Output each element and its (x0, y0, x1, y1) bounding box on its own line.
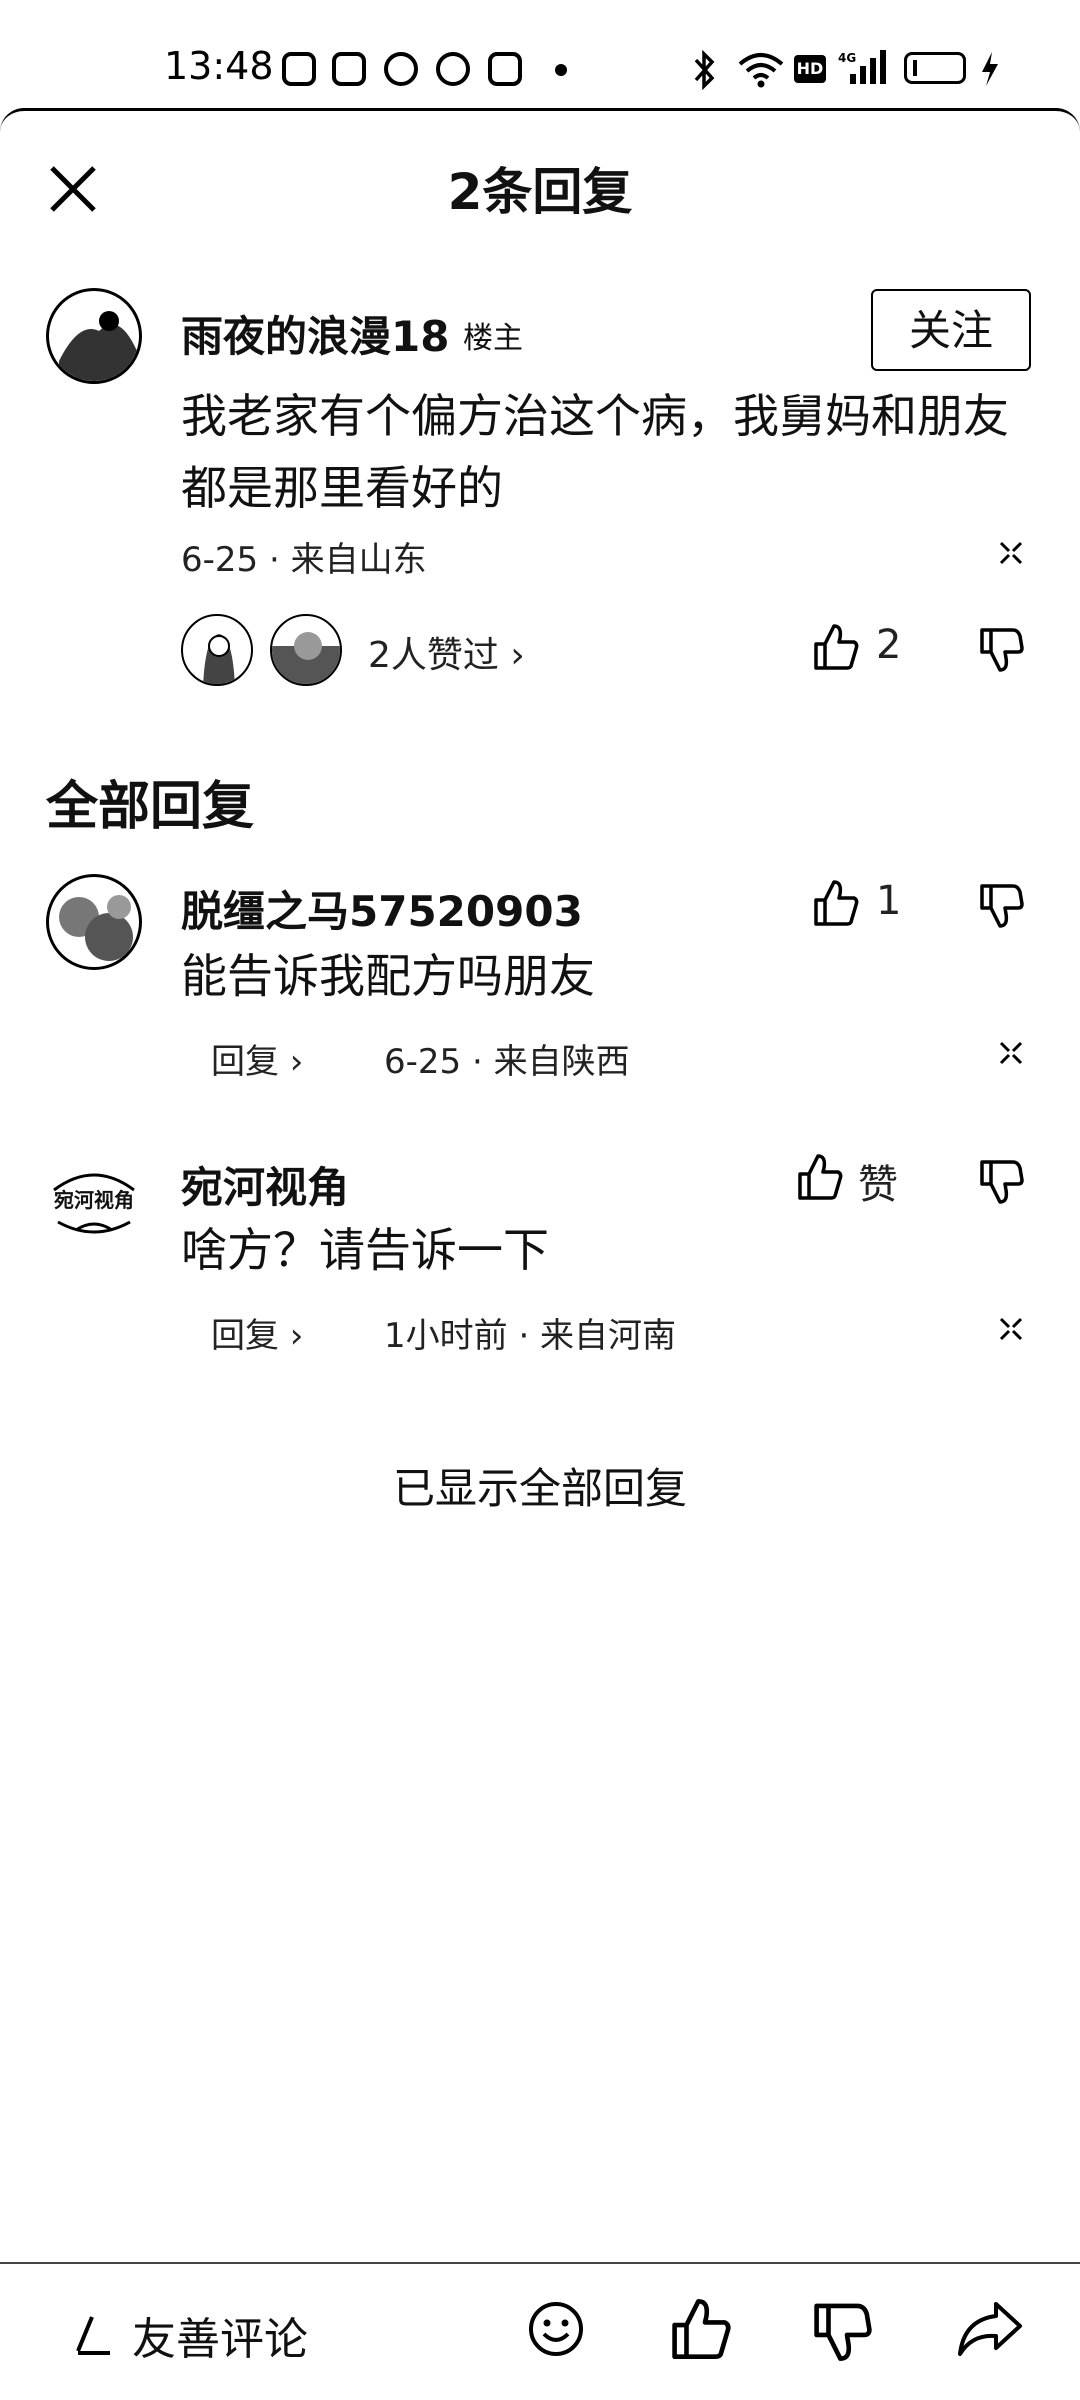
emoji-icon[interactable] (527, 2300, 585, 2358)
dismiss-icon[interactable] (998, 1316, 1024, 1342)
avatar[interactable] (46, 288, 142, 384)
more-notifications-icon (555, 64, 567, 76)
thumbs-up-icon[interactable] (812, 878, 860, 928)
comment-input[interactable]: 友善评论 (70, 2300, 308, 2370)
reply-meta: 6-25 · 来自陕西 (384, 1042, 630, 1082)
like-label: 赞 (858, 1162, 898, 1208)
like-count: 1 (876, 878, 902, 924)
reply-text: 啥方？请告诉一下 (181, 1223, 549, 1277)
pen-icon (76, 2316, 110, 2355)
liked-by-link[interactable]: 2人赞过 › (368, 626, 525, 678)
svg-text:4G: 4G (838, 51, 856, 65)
all-replies-shown-note: 已显示全部回复 (392, 1464, 687, 1513)
username[interactable]: 宛河视角 (181, 1154, 349, 1215)
follow-button[interactable]: 关注 (871, 289, 1031, 371)
thumbs-down-icon[interactable] (810, 2298, 876, 2364)
section-title: 全部回复 (46, 777, 255, 837)
liker-avatar[interactable] (181, 614, 253, 686)
app-notification-icon (488, 52, 522, 86)
charging-icon (982, 52, 998, 86)
wifi-icon (738, 53, 784, 88)
thumbs-up-icon[interactable] (812, 622, 860, 672)
signal-icon: 4G (838, 50, 886, 84)
dismiss-icon[interactable] (998, 1040, 1024, 1066)
share-icon[interactable] (954, 2298, 1026, 2360)
avatar[interactable] (46, 874, 142, 970)
avatar[interactable]: 宛河视角 (46, 1150, 142, 1246)
reply-button[interactable]: 回复 › (211, 1034, 303, 1083)
thumbs-down-icon[interactable] (978, 1156, 1026, 1206)
bottom-divider (0, 2262, 1080, 2264)
weibo-notification-icon (384, 52, 418, 86)
thumbs-down-icon[interactable] (978, 880, 1026, 930)
reply-meta: 1小时前 · 来自河南 (384, 1316, 677, 1356)
thumbs-up-icon[interactable] (668, 2296, 734, 2362)
op-badge: 楼主 (463, 321, 523, 356)
comment-text: 我老家有个偏方治这个病，我舅妈和朋友都是那里看好的 (181, 389, 1009, 515)
page-title: 2条回复 (447, 163, 633, 221)
reply-button[interactable]: 回复 › (211, 1308, 303, 1357)
username[interactable]: 雨夜的浪漫18 (181, 303, 449, 364)
comment-meta: 6-25 · 来自山东 (181, 540, 427, 580)
hd-icon: HD (794, 55, 826, 83)
reply-text: 能告诉我配方吗朋友 (181, 949, 595, 1003)
status-time: 13:48 (164, 44, 274, 88)
battery-icon (904, 52, 966, 84)
comment-input-placeholder: 友善评论 (132, 2314, 308, 2365)
thumbs-down-icon[interactable] (978, 624, 1026, 674)
avatar-logo-text: 宛河视角 (54, 1188, 134, 1212)
thumbs-up-icon[interactable] (796, 1152, 844, 1202)
bluetooth-icon (694, 50, 715, 90)
dismiss-icon[interactable] (998, 540, 1024, 566)
username[interactable]: 脱缰之马57520903 (181, 878, 583, 939)
app-notification-icon (436, 52, 470, 86)
liker-avatar[interactable] (270, 614, 342, 686)
like-count: 2 (876, 622, 902, 668)
app-notification-icon (332, 52, 366, 86)
app-notification-icon (282, 52, 316, 86)
